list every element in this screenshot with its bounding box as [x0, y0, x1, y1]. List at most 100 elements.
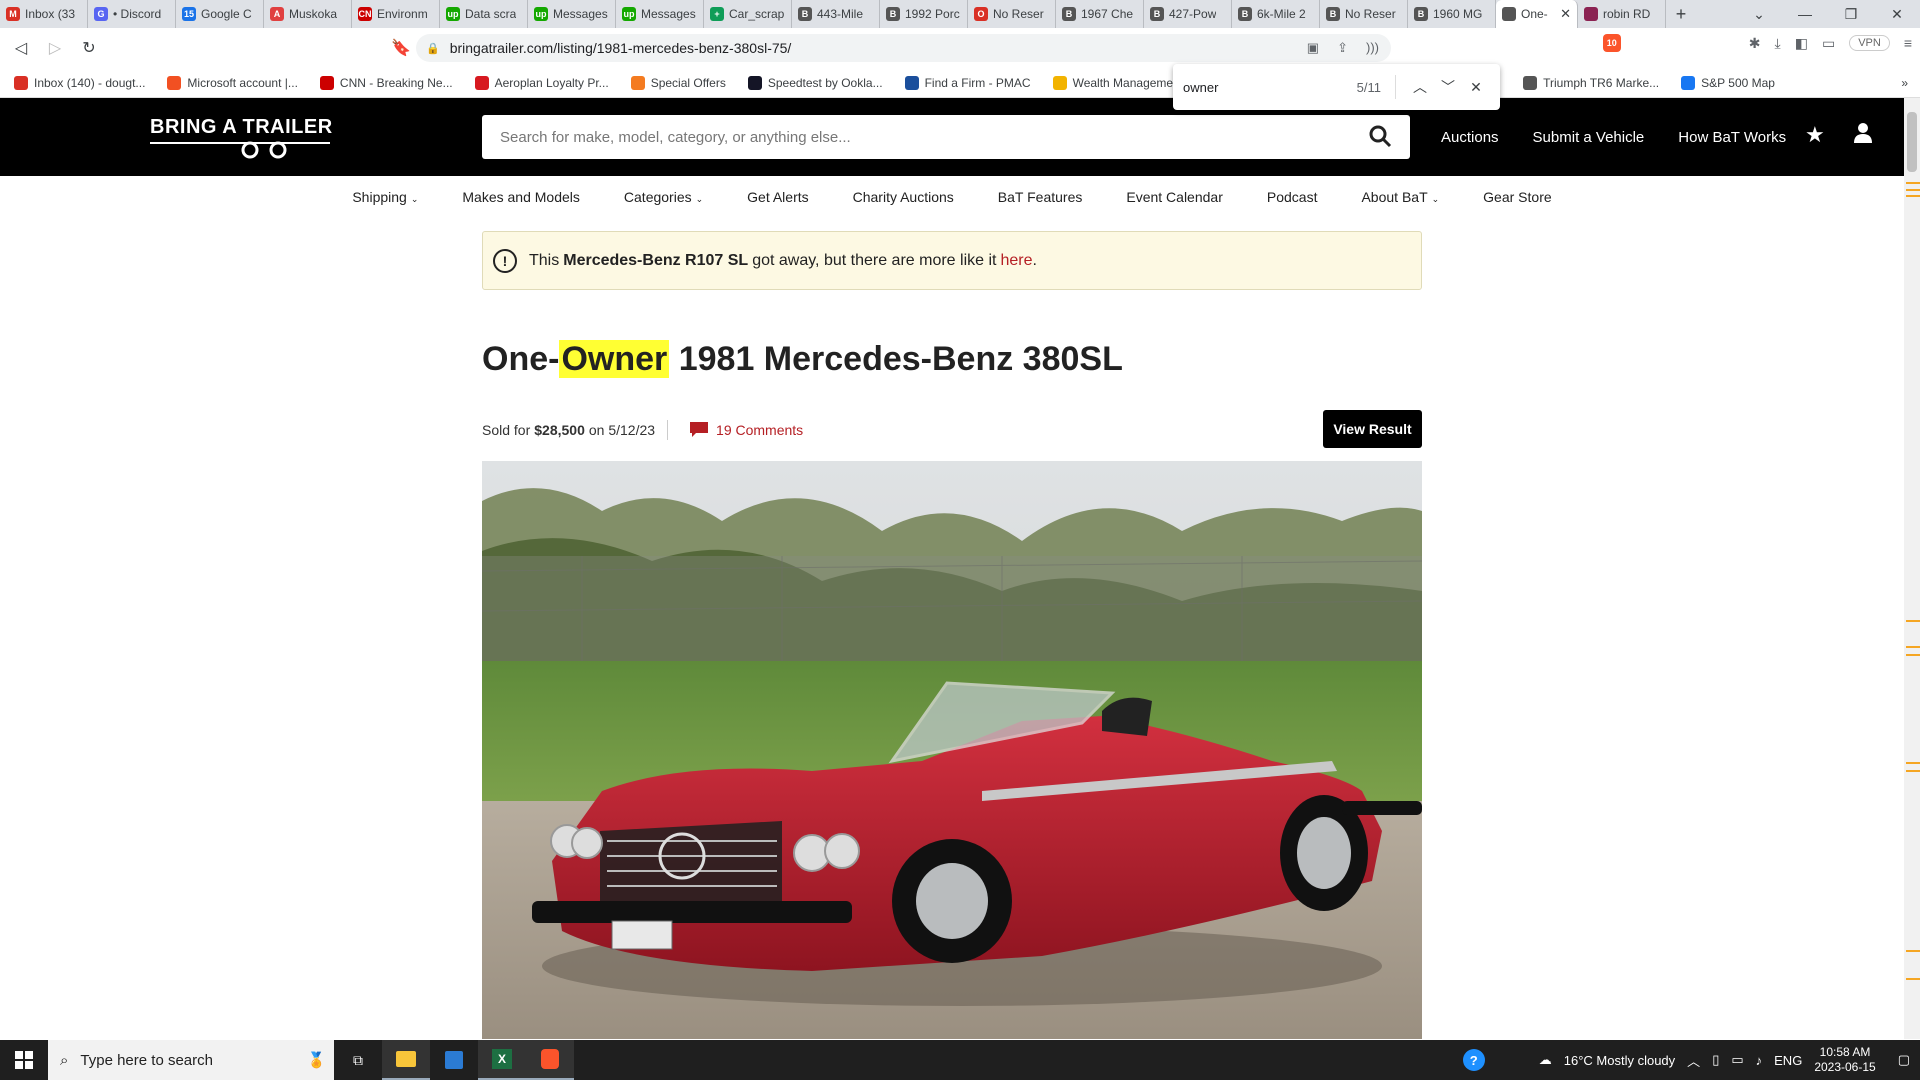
scrollbar-thumb[interactable] [1907, 112, 1917, 172]
bookmark-icon[interactable]: 🔖 [388, 35, 414, 61]
taskbar-search-input[interactable]: ⌕ Type here to search 🏅 [48, 1040, 334, 1080]
nav-auctions[interactable]: Auctions [1441, 129, 1499, 146]
download-icon[interactable]: ⤓ [1775, 35, 1781, 52]
subnav-item[interactable]: About BaT ⌄ [1361, 189, 1439, 205]
browser-tab[interactable]: A Muskoka [264, 0, 352, 28]
browser-tab[interactable]: B 6k-Mile 2 [1232, 0, 1320, 28]
excel-icon[interactable]: X [478, 1040, 526, 1080]
window-controls: ⌄ — ❐ ✕ [1736, 0, 1920, 28]
view-result-button[interactable]: View Result [1323, 410, 1422, 448]
page-scrollbar[interactable] [1904, 98, 1920, 1039]
subnav-item[interactable]: Makes and Models [462, 189, 580, 205]
bookmark-item[interactable]: Find a Firm - PMAC [904, 75, 1031, 90]
file-explorer-icon[interactable] [382, 1040, 430, 1080]
browser-tab[interactable]: B 1992 Porc [880, 0, 968, 28]
search-icon[interactable] [1368, 124, 1392, 148]
start-button[interactable] [0, 1040, 48, 1080]
browser-tab[interactable]: CN Environm [352, 0, 440, 28]
bookmark-item[interactable]: Speedtest by Ookla... [747, 75, 883, 90]
volume-icon[interactable]: ♪ [1756, 1053, 1763, 1068]
new-tab-button[interactable]: + [1666, 0, 1696, 28]
subnav-item[interactable]: Shipping ⌄ [352, 189, 418, 205]
browser-tab[interactable]: robin RD [1578, 0, 1666, 28]
extensions-icon[interactable]: ✱ [1749, 35, 1761, 52]
find-close-icon[interactable]: ✕ [1462, 79, 1490, 96]
weather-text[interactable]: 16°C Mostly cloudy [1564, 1053, 1675, 1068]
browser-tab-active[interactable]: One- ✕ [1496, 0, 1578, 28]
browser-tab[interactable]: B 1960 MG [1408, 0, 1496, 28]
browser-tab[interactable]: 15 Google C [176, 0, 264, 28]
bookmark-item[interactable]: CNN - Breaking Ne... [319, 75, 453, 90]
more-bookmarks-icon[interactable]: » [1901, 76, 1908, 90]
minimize-icon[interactable]: — [1782, 0, 1828, 28]
help-icon[interactable]: ? [1462, 1049, 1485, 1071]
browser-tab[interactable]: up Data scra [440, 0, 528, 28]
user-icon[interactable] [1853, 122, 1873, 144]
browser-tab[interactable]: B No Reser [1320, 0, 1408, 28]
browser-tab[interactable]: M Inbox (33 [0, 0, 88, 28]
store-icon[interactable] [430, 1040, 478, 1080]
car-photo-illustration [482, 461, 1422, 1039]
brave-icon[interactable] [526, 1040, 574, 1080]
url-field[interactable]: 🔒 bringatrailer.com/listing/1981-mercede… [416, 34, 1391, 62]
comments-link[interactable]: 19 Comments [690, 422, 803, 438]
bookmark-item[interactable]: Microsoft account |... [167, 75, 298, 90]
bookmark-item[interactable]: Inbox (140) - dougt... [14, 75, 145, 90]
tray-chevron-icon[interactable]: ︿ [1687, 1051, 1700, 1070]
site-logo[interactable]: BRING A TRAILER [150, 116, 333, 159]
subnav-item[interactable]: Podcast [1267, 189, 1318, 205]
find-prev-icon[interactable]: ︿ [1406, 77, 1434, 97]
restore-icon[interactable]: ❐ [1828, 0, 1874, 28]
clock[interactable]: 10:58 AM 2023-06-15 [1814, 1045, 1875, 1075]
site-search-input[interactable]: Search for make, model, category, or any… [482, 115, 1410, 159]
language-indicator[interactable]: ENG [1774, 1053, 1802, 1068]
browser-tab[interactable]: up Messages [528, 0, 616, 28]
browser-tab[interactable]: O No Reser [968, 0, 1056, 28]
nav-submit-vehicle[interactable]: Submit a Vehicle [1533, 129, 1645, 146]
nav-how-bat-works[interactable]: How BaT Works [1678, 129, 1786, 146]
bookmark-item[interactable]: Wealth Manageme... [1052, 75, 1183, 90]
favorites-star-icon[interactable]: ★ [1805, 122, 1825, 148]
close-tab-icon[interactable]: ✕ [1560, 6, 1571, 22]
screenshot-icon[interactable]: ▣ [1307, 40, 1319, 56]
subnav-item[interactable]: Charity Auctions [853, 189, 954, 205]
listing-photo[interactable] [482, 461, 1422, 1039]
device-icon[interactable]: ▯ [1712, 1052, 1719, 1068]
share-icon[interactable]: ⇪ [1337, 40, 1348, 56]
tab-favicon-icon: B [798, 7, 812, 21]
alert-link[interactable]: here [1000, 252, 1032, 270]
browser-tab[interactable]: G • Discord [88, 0, 176, 28]
task-view-icon[interactable]: ⧉ [334, 1040, 382, 1080]
menu-icon[interactable]: ≡ [1904, 35, 1912, 51]
bookmark-item[interactable]: S&P 500 Map [1681, 75, 1775, 90]
back-icon[interactable]: ◁ [8, 35, 34, 61]
bookmark-item[interactable]: Aeroplan Loyalty Pr... [474, 75, 609, 90]
browser-tab[interactable]: up Messages [616, 0, 704, 28]
tab-strip: M Inbox (33 G • Discord 15 Google C A Muskoka CN… [0, 0, 1920, 28]
find-input[interactable]: owner [1183, 80, 1357, 95]
subnav-item[interactable]: BaT Features [998, 189, 1083, 205]
vpn-button[interactable]: VPN [1849, 35, 1890, 51]
bookmark-item[interactable]: Triumph TR6 Marke... [1523, 75, 1659, 90]
tab-search-icon[interactable]: ⌄ [1736, 0, 1782, 28]
network-icon[interactable]: ▭ [1731, 1052, 1743, 1068]
close-window-icon[interactable]: ✕ [1874, 0, 1920, 28]
browser-tab[interactable]: B 1967 Che [1056, 0, 1144, 28]
wallet-icon[interactable]: ▭ [1822, 35, 1835, 52]
brave-shield-icon[interactable]: 10 [1602, 34, 1621, 52]
subnav-item[interactable]: Gear Store [1483, 189, 1551, 205]
forward-icon[interactable]: ▷ [42, 35, 68, 61]
find-next-icon[interactable]: ﹀ [1434, 77, 1462, 97]
subnav-item[interactable]: Categories ⌄ [624, 189, 703, 205]
notification-icon[interactable]: ▢ [1898, 1052, 1910, 1068]
sidebar-icon[interactable]: ◧ [1795, 35, 1808, 52]
bookmark-item[interactable]: Special Offers [630, 75, 726, 90]
rss-icon[interactable]: ))) [1366, 40, 1379, 56]
subnav-item[interactable]: Event Calendar [1126, 189, 1223, 205]
subnav-item[interactable]: Get Alerts [747, 189, 808, 205]
browser-tab[interactable]: B 427-Pow [1144, 0, 1232, 28]
find-highlight: Owner [559, 340, 670, 378]
browser-tab[interactable]: B 443-Mile [792, 0, 880, 28]
browser-tab[interactable]: + Car_scrap [704, 0, 792, 28]
reload-icon[interactable]: ↻ [76, 35, 102, 61]
